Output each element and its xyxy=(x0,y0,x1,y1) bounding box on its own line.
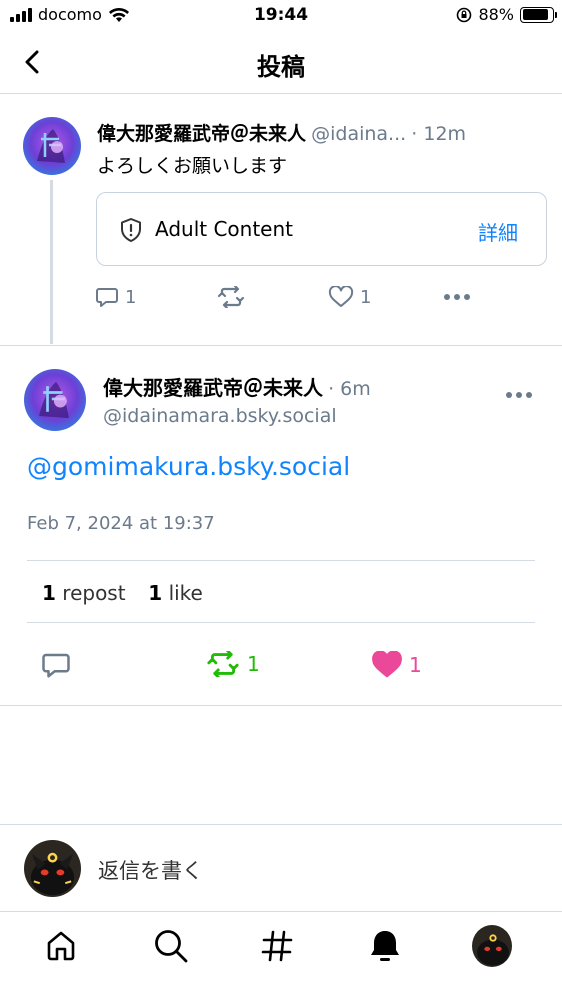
tab-notifications[interactable] xyxy=(365,926,405,966)
dots-icon xyxy=(444,294,470,300)
hashtag-icon xyxy=(261,930,293,962)
content-warning-label: Adult Content xyxy=(155,217,293,241)
repost-count: 1 xyxy=(247,652,260,676)
battery-info: 88% xyxy=(456,5,557,24)
reply-placeholder: 返信を書く xyxy=(98,859,203,883)
like-count: 1 xyxy=(409,653,422,677)
post-time: · 6m xyxy=(328,378,371,400)
post-header: 偉大那愛羅武帝＠未来人 @idaina... · 12m xyxy=(97,119,547,146)
post-time: · 12m xyxy=(411,123,467,145)
battery-percent: 88% xyxy=(478,5,514,24)
reply-composer-bar[interactable]: 返信を書く xyxy=(0,824,562,912)
tab-profile[interactable] xyxy=(472,925,512,967)
profile-avatar xyxy=(472,925,512,967)
author-name[interactable]: 偉大那愛羅武帝＠未来人 xyxy=(97,123,306,145)
reply-button[interactable]: 1 xyxy=(95,286,136,308)
home-icon xyxy=(47,931,75,961)
author-name[interactable]: 偉大那愛羅武帝＠未来人 xyxy=(103,376,323,400)
status-bar: docomo 19:44 88% xyxy=(0,0,562,34)
more-options-button[interactable] xyxy=(505,387,533,406)
dots-icon xyxy=(506,392,532,398)
search-icon xyxy=(155,930,188,963)
tab-home[interactable] xyxy=(41,926,81,966)
content-warning[interactable]: Adult Content 詳細 xyxy=(96,192,547,266)
bell-icon xyxy=(371,931,399,961)
avatar[interactable] xyxy=(23,117,81,175)
post-date: Feb 7, 2024 at 19:37 xyxy=(27,513,215,534)
mention-link[interactable]: @gomimakura.bsky.social xyxy=(27,452,350,481)
author-handle[interactable]: @idaina... xyxy=(311,123,406,145)
like-count: 1 xyxy=(360,286,372,308)
reply-icon xyxy=(96,288,118,307)
divider xyxy=(0,345,562,346)
author-handle[interactable]: @idainamara.bsky.social xyxy=(103,405,337,427)
page-header: 投稿 xyxy=(0,34,562,94)
like-button[interactable]: 1 xyxy=(371,651,422,679)
orientation-lock-icon xyxy=(457,7,472,22)
avatar[interactable] xyxy=(24,369,86,431)
reply-count: 1 xyxy=(125,286,137,308)
more-options-button[interactable] xyxy=(443,290,471,304)
reply-button[interactable] xyxy=(41,651,71,679)
like-button[interactable]: 1 xyxy=(328,286,371,308)
battery-icon xyxy=(520,6,557,23)
shield-icon xyxy=(121,218,141,242)
repost-stat[interactable]: 1 repost xyxy=(42,581,126,605)
reply-icon xyxy=(42,653,70,678)
thread-line xyxy=(50,180,53,344)
tab-search[interactable] xyxy=(151,926,191,966)
repost-icon xyxy=(207,651,239,677)
heart-filled-icon xyxy=(372,651,402,678)
post-header: 偉大那愛羅武帝＠未来人 · 6m xyxy=(103,372,371,401)
tab-bar xyxy=(0,912,562,1000)
my-avatar xyxy=(24,840,81,897)
divider xyxy=(27,560,535,561)
like-stat[interactable]: 1 like xyxy=(148,581,203,605)
repost-icon xyxy=(217,286,245,308)
post-text: よろしくお願いします xyxy=(97,155,288,177)
details-button[interactable]: 詳細 xyxy=(478,217,518,246)
engagement-stats: 1 repost 1 like xyxy=(42,581,203,605)
divider xyxy=(0,705,562,706)
repost-button[interactable] xyxy=(216,286,246,308)
divider xyxy=(27,622,535,623)
page-title: 投稿 xyxy=(257,53,305,81)
repost-button[interactable]: 1 xyxy=(205,651,260,677)
tab-feeds[interactable] xyxy=(257,926,297,966)
heart-icon xyxy=(328,286,354,307)
